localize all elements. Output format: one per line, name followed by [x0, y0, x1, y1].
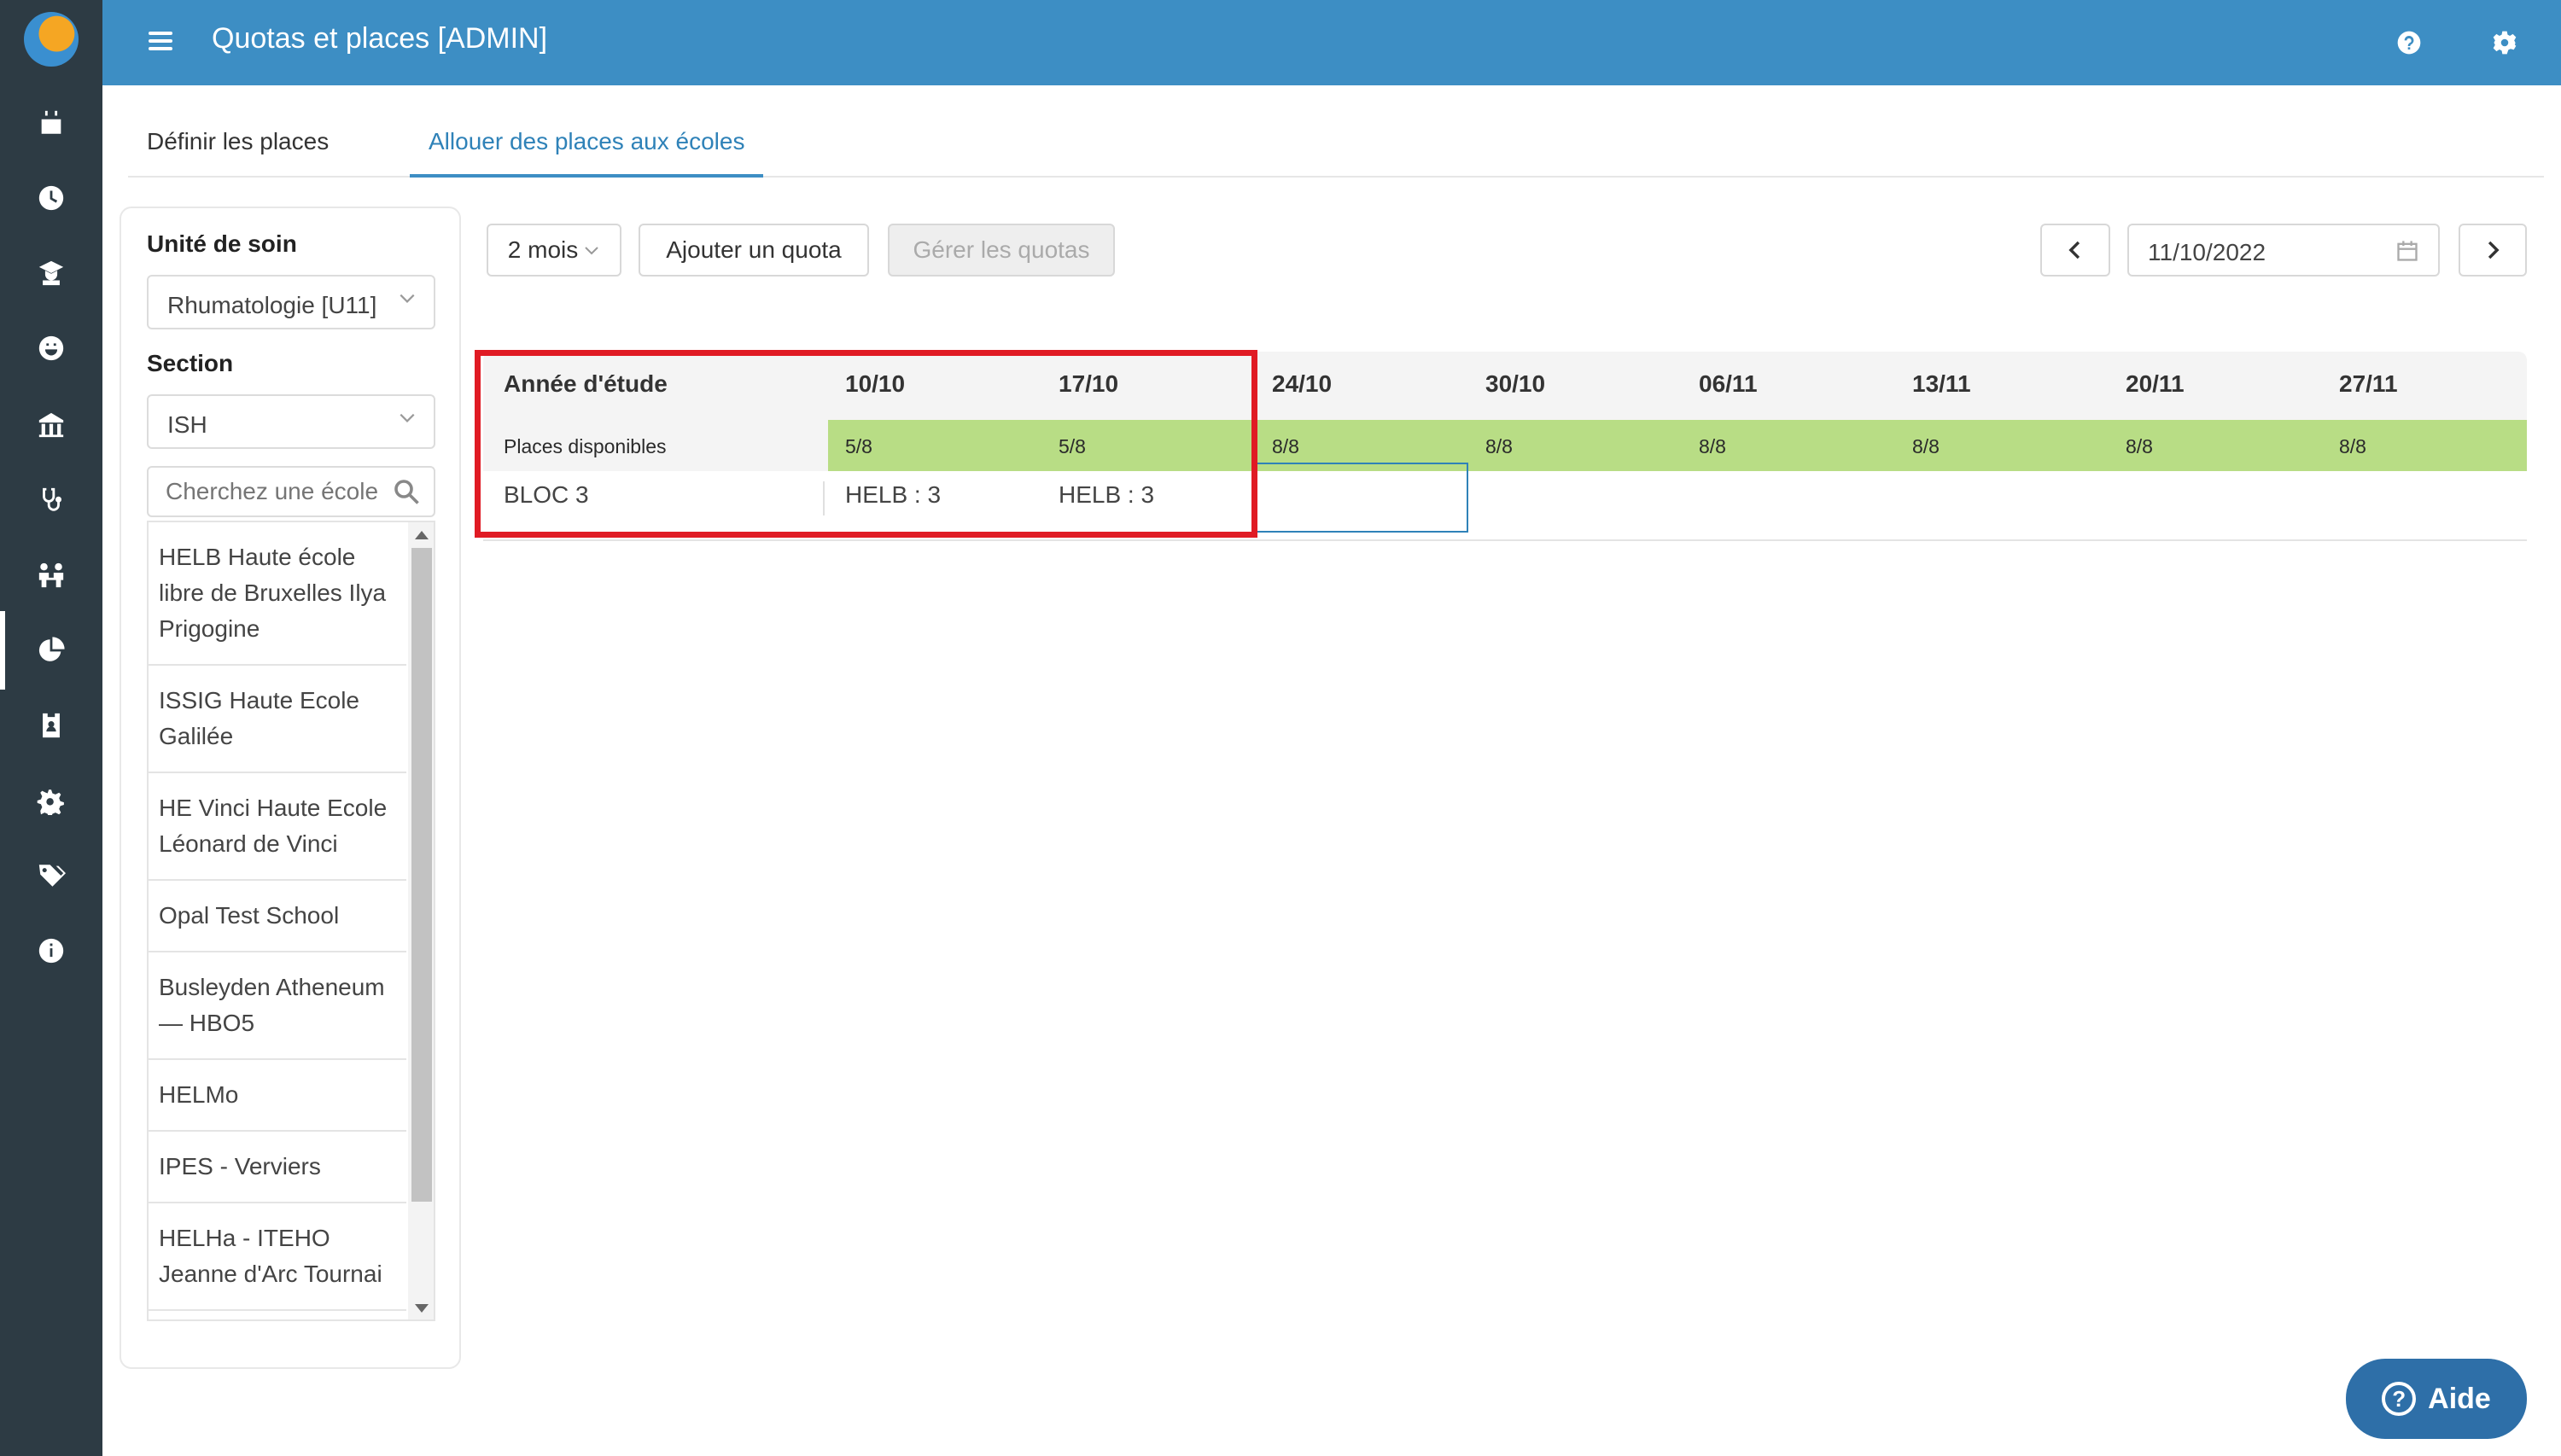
gear-icon[interactable] — [2486, 24, 2523, 61]
help-button-label: Aide — [2428, 1382, 2491, 1415]
scrollbar-thumb[interactable] — [411, 548, 432, 1202]
date-value: 11/10/2022 — [2148, 239, 2266, 265]
school-list-item[interactable]: Busleyden Atheneum — HBO5 — [149, 952, 406, 1060]
section-select-value: ISH — [167, 411, 207, 438]
week-header: 20/11 — [2126, 370, 2185, 397]
highlight-box — [475, 350, 1257, 538]
unit-label: Unité de soin — [147, 230, 297, 257]
hamburger-menu-icon[interactable] — [145, 27, 176, 58]
week-header: 30/10 — [1485, 370, 1546, 397]
tags-icon[interactable] — [32, 857, 70, 894]
app-logo[interactable] — [24, 12, 79, 67]
stethoscope-icon[interactable] — [32, 481, 70, 519]
smiley-icon[interactable] — [32, 329, 70, 367]
rail-active-indicator — [0, 611, 5, 690]
chevron-down-icon — [585, 247, 598, 255]
school-list-scrollbar[interactable] — [408, 522, 434, 1319]
school-list-item[interactable]: Opal Test School — [149, 881, 406, 952]
school-list-item[interactable]: HELHa - ITEHO Jeanne d'Arc Tournai — [149, 1203, 406, 1311]
badge-icon[interactable] — [32, 707, 70, 744]
chevron-down-icon — [400, 294, 415, 303]
week-header: 13/11 — [1912, 370, 1971, 397]
calendar-icon[interactable] — [32, 104, 70, 142]
section-select[interactable]: ISH — [147, 394, 435, 449]
filter-panel: Unité de soin Rhumatologie [U11] Section… — [120, 207, 461, 1369]
page-title: Quotas et places [ADMIN] — [212, 22, 548, 55]
previous-period-button[interactable] — [2040, 224, 2110, 277]
available-places-value: 8/8 — [1699, 435, 1726, 457]
gears-icon[interactable] — [32, 782, 70, 819]
pie-chart-icon[interactable] — [32, 632, 70, 669]
manage-quotas-button[interactable]: Gérer les quotas — [888, 224, 1115, 277]
school-list-item[interactable]: HE Vinci Haute Ecole Léonard de Vinci — [149, 773, 406, 881]
school-list-item[interactable]: HELB Haute école libre de Bruxelles Ilya… — [149, 522, 406, 666]
section-label: Section — [147, 350, 234, 376]
date-picker-input[interactable]: 11/10/2022 — [2127, 224, 2440, 277]
unit-select[interactable]: Rhumatologie [U11] — [147, 275, 435, 329]
calendar-icon — [2397, 241, 2418, 261]
tab-definir-places[interactable]: Définir les places — [128, 128, 347, 174]
add-quota-button[interactable]: Ajouter un quota — [639, 224, 869, 277]
week-header: 27/11 — [2339, 370, 2398, 397]
scroll-down-arrow-icon[interactable] — [415, 1304, 429, 1313]
available-places-value: 8/8 — [1272, 435, 1299, 457]
scroll-up-arrow-icon[interactable] — [415, 531, 429, 539]
available-places-value: 8/8 — [1912, 435, 1940, 457]
week-header: 24/10 — [1272, 370, 1333, 397]
school-list-item[interactable]: ISSIG Haute Ecole Galilée — [149, 666, 406, 773]
available-places-value: 8/8 — [2126, 435, 2153, 457]
search-icon — [394, 480, 419, 504]
people-icon[interactable] — [32, 556, 70, 594]
help-button[interactable]: ? Aide — [2346, 1359, 2527, 1439]
next-period-button[interactable] — [2459, 224, 2527, 277]
tab-allouer-places[interactable]: Allouer des places aux écoles — [410, 128, 764, 178]
chevron-left-icon — [2068, 241, 2080, 259]
available-places-value: 8/8 — [1485, 435, 1513, 457]
clock-icon[interactable] — [32, 179, 70, 217]
school-icon[interactable] — [32, 406, 70, 444]
question-icon: ? — [2382, 1382, 2417, 1416]
unit-select-value: Rhumatologie [U11] — [167, 292, 377, 318]
school-list-item[interactable]: HELMo — [149, 1060, 406, 1132]
selected-cell[interactable] — [1255, 463, 1468, 533]
top-bar: Quotas et places [ADMIN] — [102, 0, 2561, 85]
period-select[interactable]: 2 mois — [487, 224, 621, 277]
available-places-value: 8/8 — [2339, 435, 2366, 457]
tab-bar: Définir les places Allouer des places au… — [128, 119, 2544, 178]
period-select-value: 2 mois — [507, 236, 579, 263]
chevron-down-icon — [400, 413, 415, 422]
week-header: 06/11 — [1699, 370, 1758, 397]
nav-rail — [0, 0, 102, 1456]
school-list-item[interactable]: IPES - Verviers — [149, 1132, 406, 1203]
school-list: HELB Haute école libre de Bruxelles Ilya… — [147, 521, 435, 1321]
chevron-right-icon — [2488, 241, 2500, 259]
student-icon[interactable] — [32, 254, 70, 292]
info-icon[interactable] — [32, 932, 70, 970]
question-circle-icon[interactable] — [2390, 24, 2428, 61]
